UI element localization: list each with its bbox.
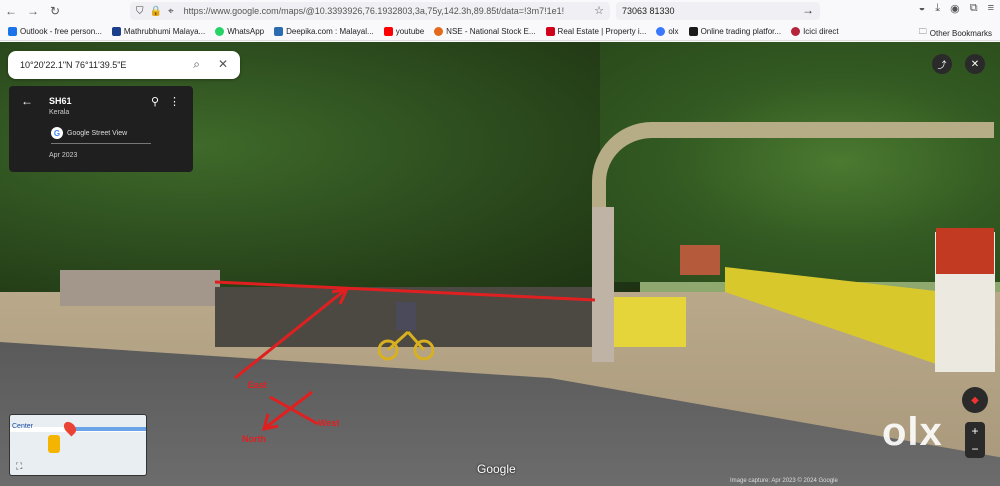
bookmark-mathrubhumi[interactable]: Mathrubhumi Malaya...	[111, 27, 205, 36]
google-g-icon: G	[51, 127, 63, 139]
outlook-icon	[8, 27, 17, 36]
compass-icon[interactable]: ◆	[962, 387, 988, 413]
zoom-out-icon[interactable]: −	[971, 442, 978, 456]
street-view-source: G Google Street View	[51, 127, 127, 139]
minimap-label: Center	[12, 423, 34, 430]
reload-icon[interactable]: ↻	[44, 0, 66, 22]
close-street-view-icon[interactable]: ✕	[965, 54, 985, 74]
maps-search-box[interactable]: 10°20'22.1"N 76°11'39.5"E ⌕ ✕	[8, 51, 240, 79]
pegman-icon[interactable]	[48, 435, 60, 453]
bookmark-deepika[interactable]: Deepika.com : Malayal...	[274, 27, 374, 36]
search-bar-text: 73063 81330	[622, 6, 675, 16]
lock-icon: 🔒	[149, 5, 162, 17]
bookmark-star-icon[interactable]: ☆	[594, 4, 604, 17]
card-divider	[51, 143, 151, 144]
nse-icon	[434, 27, 444, 36]
minimap[interactable]: Center ⛶	[9, 414, 147, 476]
maps-search-value: 10°20'22.1"N 76°11'39.5"E	[20, 60, 127, 70]
account-icon[interactable]: ◉	[950, 2, 960, 15]
olx-icon	[656, 27, 666, 36]
back-arrow-icon[interactable]: ←	[21, 94, 33, 108]
shield-icon: ⛉	[136, 5, 144, 17]
card-subtitle: Kerala	[49, 109, 70, 116]
pocket-icon[interactable]: ◒	[919, 2, 926, 15]
back-icon[interactable]: ←	[0, 0, 22, 22]
search-icon[interactable]: ⌕	[193, 57, 200, 72]
image-capture-footer: Image capture: Apr 2023 © 2024 Google	[730, 478, 838, 484]
map-pin-icon[interactable]: ⚲	[151, 95, 159, 108]
share-icon[interactable]: ⤴	[932, 54, 952, 74]
bookmark-olx[interactable]: olx	[656, 27, 679, 36]
bookmark-youtube[interactable]: youtube	[383, 27, 424, 36]
bookmark-outlook[interactable]: Outlook - free person...	[8, 27, 102, 36]
go-arrow-icon[interactable]: →	[802, 3, 814, 17]
extensions-icon[interactable]: ⧉	[970, 2, 978, 15]
bookmark-icici[interactable]: Icici direct	[791, 27, 839, 36]
mathrubhumi-icon	[111, 27, 121, 36]
folder-icon: 🗀	[918, 27, 927, 36]
bookmark-whatsapp[interactable]: WhatsApp	[215, 27, 264, 36]
close-icon[interactable]: ✕	[218, 57, 228, 71]
olx-watermark: olx	[882, 410, 943, 454]
more-options-icon[interactable]: ⋮	[169, 95, 180, 108]
card-date: Apr 2023	[49, 152, 78, 159]
toolbar-right-icons: ◒ ⤓ ◉ ⧉ ≡	[919, 2, 994, 15]
bookmark-nse[interactable]: NSE - National Stock E...	[434, 27, 536, 36]
google-logo: Google	[477, 462, 516, 476]
minimap-pin-icon	[61, 419, 79, 437]
bookmark-online-trading[interactable]: Online trading platfor...	[688, 27, 781, 36]
browser-search-bar[interactable]: 73063 81330 →	[616, 2, 820, 20]
street-view-panorama[interactable]: East West North 10°20'22.1"N 76°11'39.5"…	[0, 42, 1000, 486]
zoom-controls: + −	[965, 422, 985, 458]
download-icon[interactable]: ⤓	[935, 2, 940, 15]
url-text: https://www.google.com/maps/@10.3393926,…	[183, 6, 564, 16]
minimap-street-view-line	[70, 427, 146, 431]
expand-icon[interactable]: ⛶	[16, 461, 22, 472]
youtube-icon	[383, 27, 393, 36]
annotation-west: West	[318, 418, 340, 428]
whatsapp-icon	[215, 27, 225, 36]
icici-icon	[791, 27, 801, 36]
bookmarks-bar: Outlook - free person... Mathrubhumi Mal…	[0, 23, 1000, 41]
trading-icon	[688, 27, 698, 36]
zoom-in-icon[interactable]: +	[971, 424, 978, 438]
other-bookmarks[interactable]: 🗀 Other Bookmarks	[919, 26, 992, 40]
card-title: SH61	[49, 96, 72, 106]
real-estate-icon	[545, 27, 555, 36]
forward-icon[interactable]: →	[22, 0, 44, 22]
deepika-icon	[274, 27, 284, 36]
location-info-card: ← SH61 Kerala ⚲ ⋮ G Google Street View A…	[9, 86, 193, 172]
bookmark-real-estate[interactable]: Real Estate | Property i...	[545, 27, 646, 36]
menu-icon[interactable]: ≡	[988, 2, 994, 15]
url-bar[interactable]: ⛉ 🔒 ⌖ https://www.google.com/maps/@10.33…	[130, 2, 610, 20]
annotation-east: East	[248, 380, 268, 390]
location-icon: ⌖	[167, 5, 174, 17]
annotation-north: North	[242, 434, 266, 444]
